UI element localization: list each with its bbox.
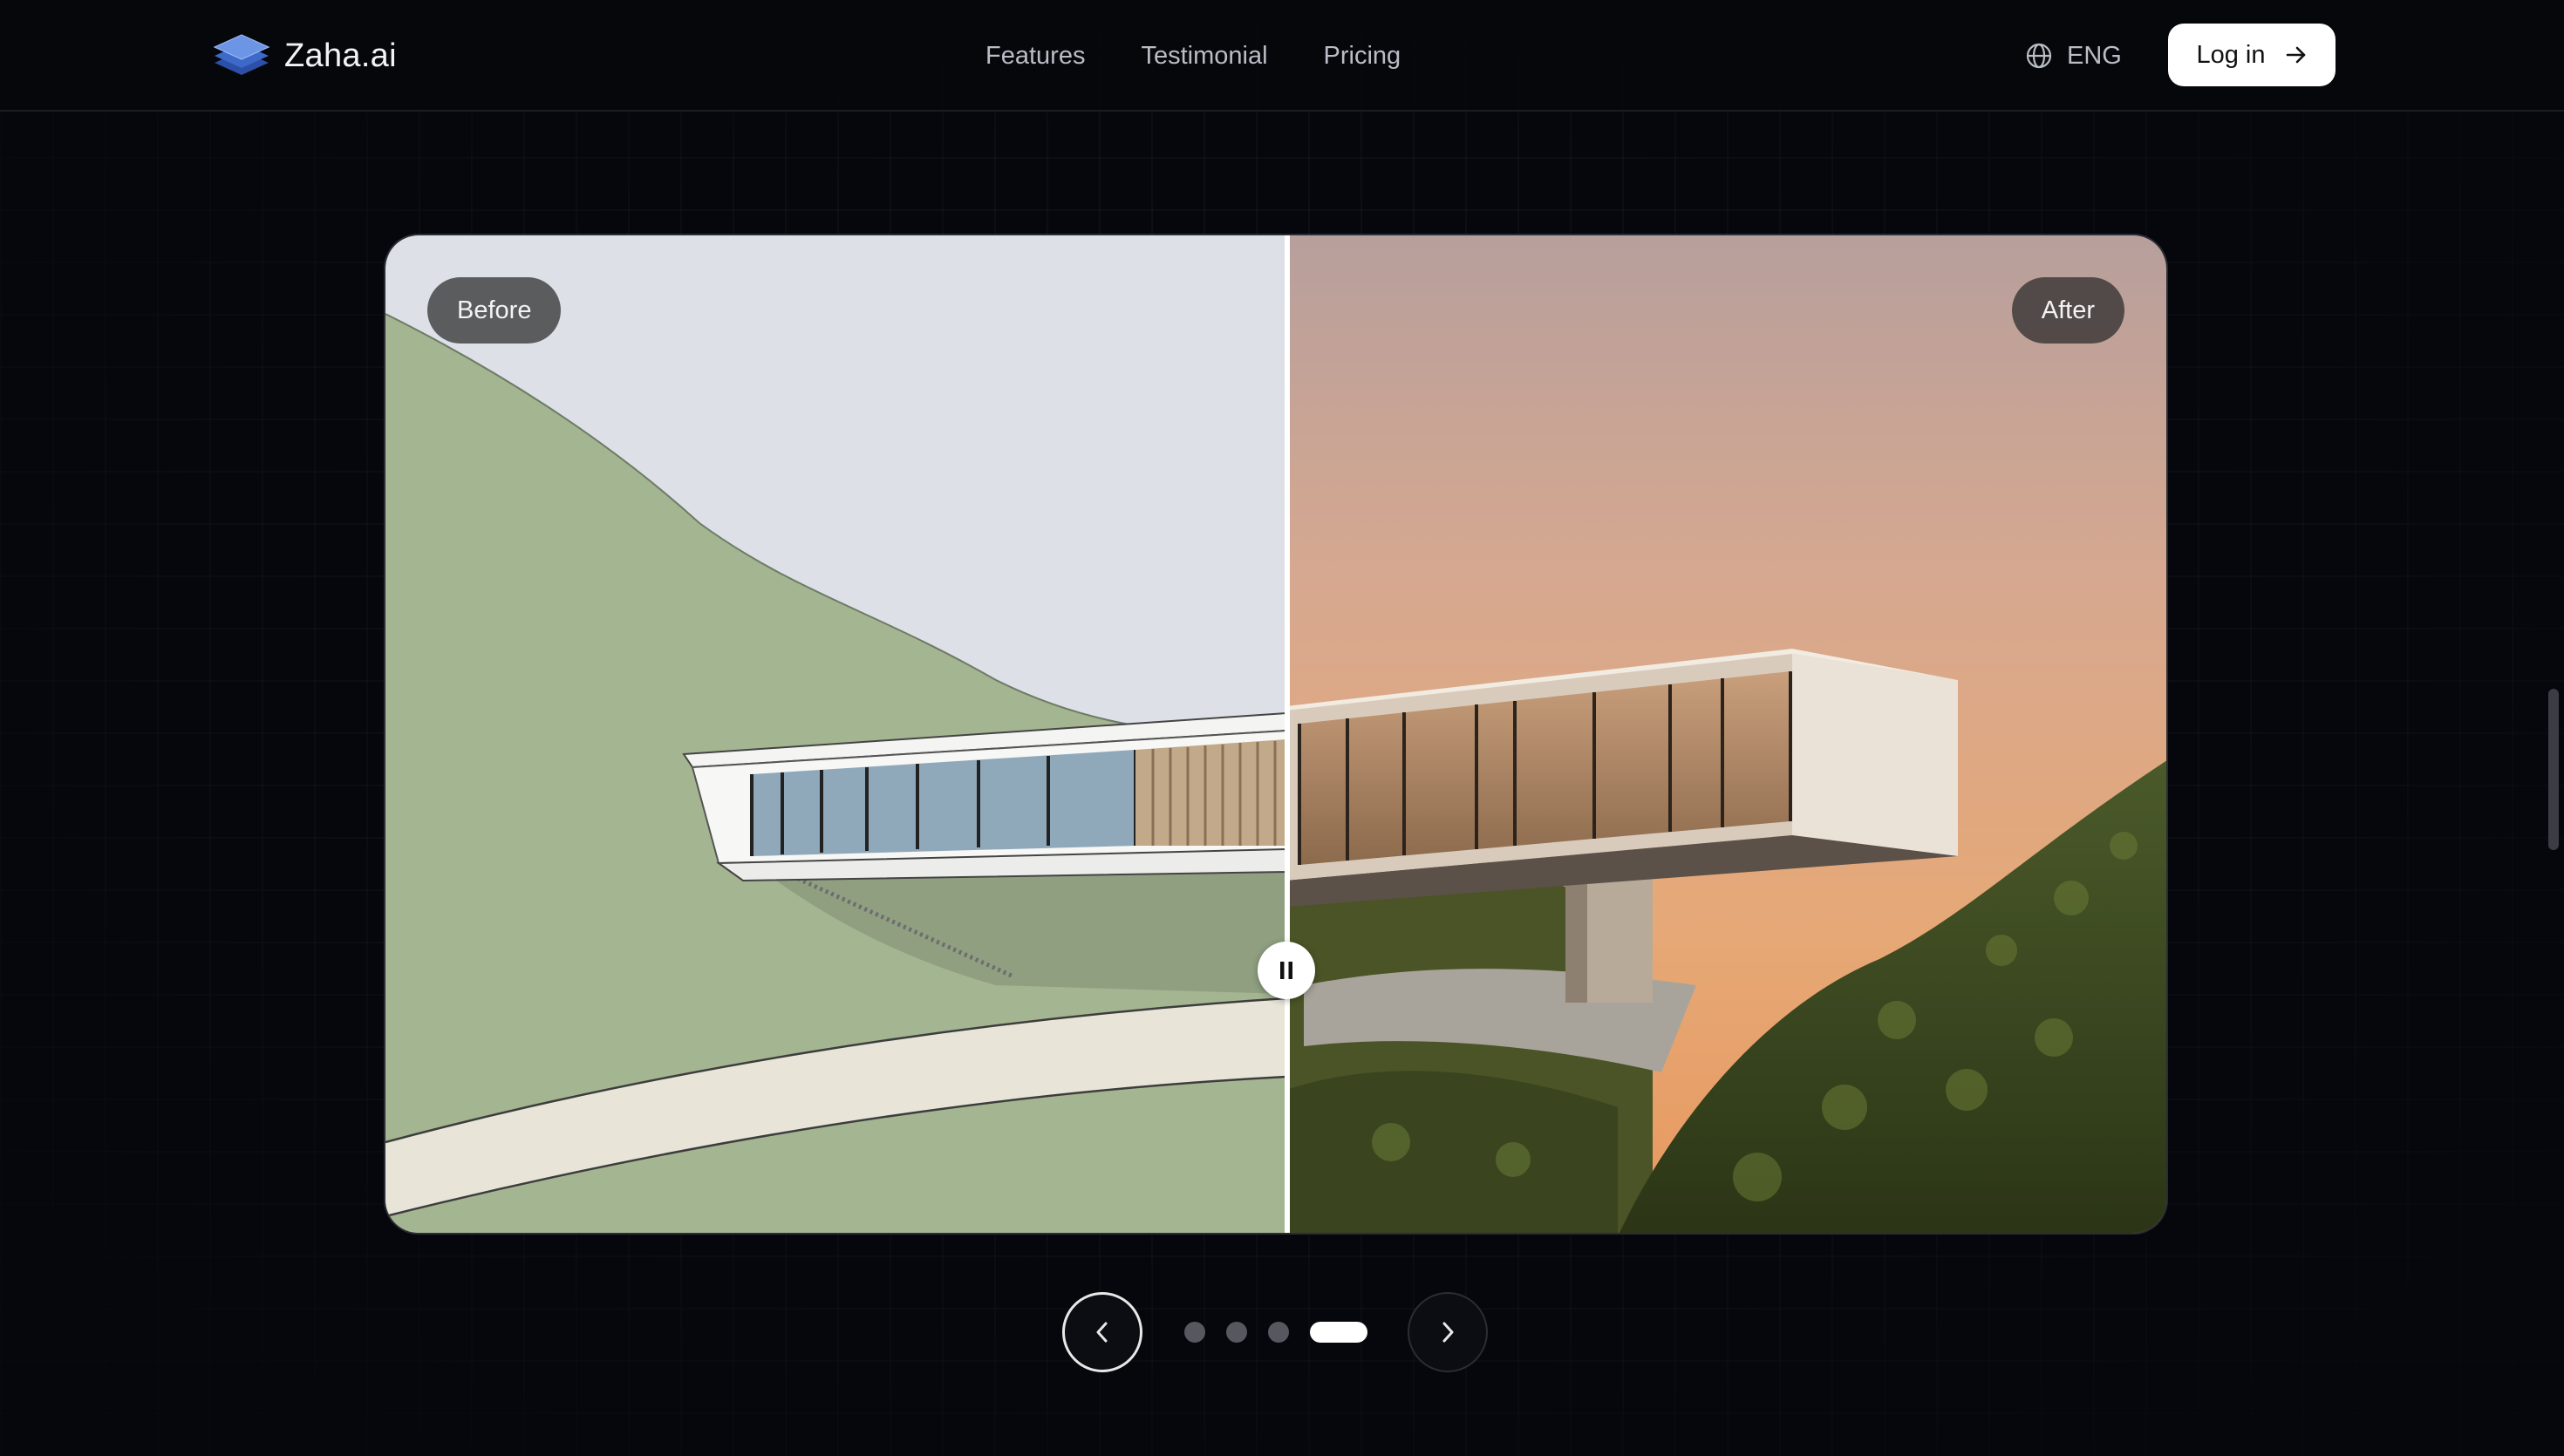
- carousel-dot-1[interactable]: [1184, 1322, 1205, 1343]
- carousel-prev-button[interactable]: [1062, 1292, 1142, 1372]
- brand-name: Zaha.ai: [284, 37, 397, 74]
- carousel-pagination: [1184, 1322, 1367, 1343]
- login-button[interactable]: Log in: [2168, 24, 2336, 86]
- top-navigation: Zaha.ai Features Testimonial Pricing ENG…: [0, 0, 2564, 112]
- after-image: [1286, 235, 2166, 1233]
- after-label: After: [2011, 277, 2124, 344]
- language-label: ENG: [2067, 41, 2122, 70]
- globe-icon: [2026, 43, 2052, 69]
- main-nav: Features Testimonial Pricing: [985, 35, 1401, 77]
- chevron-right-icon: [1442, 1322, 1454, 1343]
- nav-link-testimonial[interactable]: Testimonial: [1141, 35, 1267, 77]
- page-scrollbar[interactable]: [2548, 689, 2559, 850]
- split-divider[interactable]: [1285, 235, 1290, 1233]
- carousel-dot-3[interactable]: [1268, 1322, 1289, 1343]
- arrow-right-icon: [2286, 46, 2305, 64]
- layers-logo-icon: [213, 34, 270, 75]
- carousel-dot-2[interactable]: [1226, 1322, 1247, 1343]
- nav-link-pricing[interactable]: Pricing: [1324, 35, 1401, 77]
- before-label: Before: [427, 277, 562, 344]
- before-after-comparison[interactable]: Before After: [384, 234, 2168, 1235]
- carousel-next-button[interactable]: [1408, 1292, 1488, 1372]
- pause-icon: [1280, 962, 1292, 979]
- before-image: [385, 235, 1286, 1233]
- language-selector[interactable]: ENG: [2025, 35, 2122, 77]
- brand[interactable]: Zaha.ai: [213, 30, 397, 82]
- nav-link-features[interactable]: Features: [985, 35, 1085, 77]
- chevron-left-icon: [1096, 1322, 1108, 1343]
- split-handle[interactable]: [1258, 942, 1315, 999]
- login-label: Log in: [2196, 40, 2266, 69]
- carousel-dot-4-active[interactable]: [1310, 1322, 1367, 1343]
